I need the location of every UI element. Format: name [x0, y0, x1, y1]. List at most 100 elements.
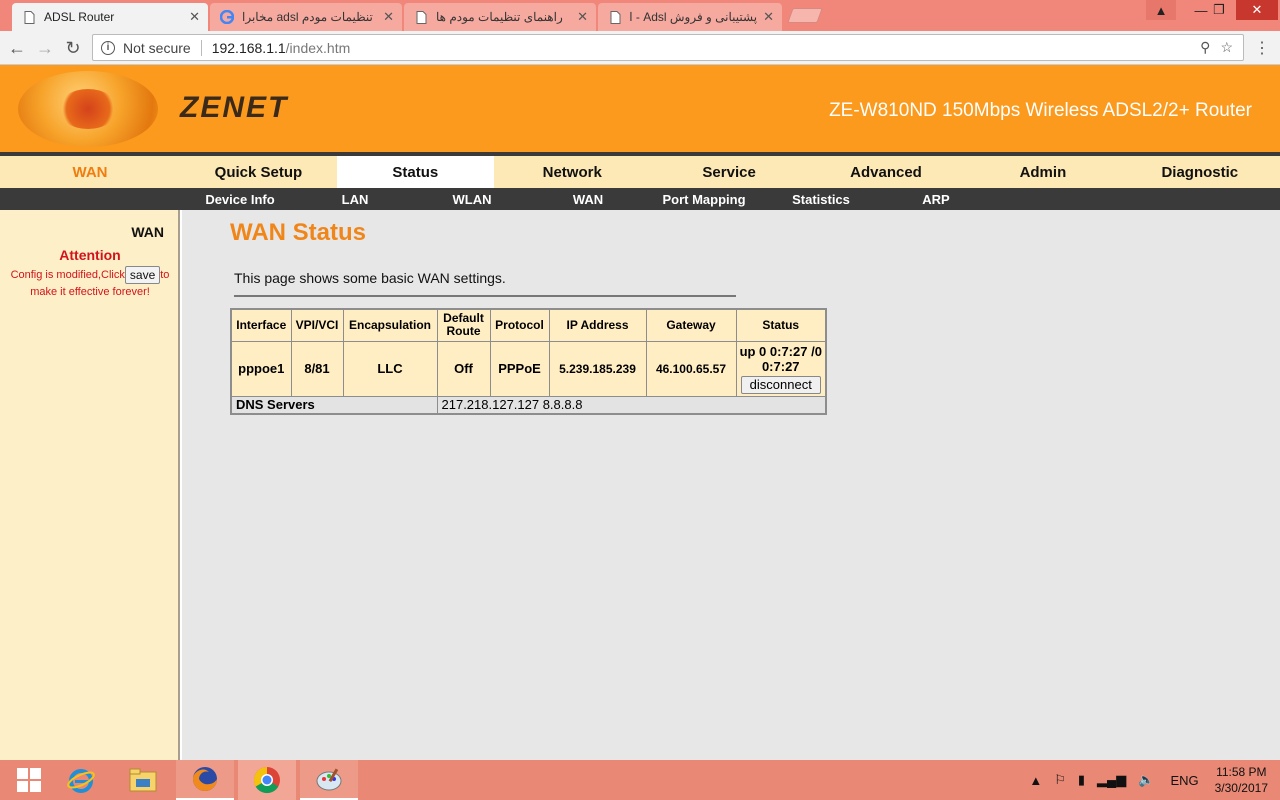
show-hidden-icons-icon[interactable]: ▲ [1029, 773, 1042, 788]
start-icon[interactable] [0, 760, 58, 800]
submenu-arp[interactable]: ARP [908, 188, 964, 210]
dns-label: DNS Servers [230, 395, 438, 415]
table-row: pppoe1 8/81 LLC Off PPPoE 5.239.185.239 … [230, 340, 827, 397]
file-explorer-icon[interactable] [114, 760, 172, 800]
action-center-flag-icon[interactable]: ⚐ [1054, 772, 1066, 788]
cell-protocol: PPPoE [489, 340, 550, 397]
attention-message: Config is modified,Click save to make it e… [0, 266, 180, 300]
status-uptime-cont: 0:7:27 [761, 358, 800, 374]
address-bar[interactable]: i Not secure 192.168.1.1 /index.htm ⚲ ☆ [92, 34, 1244, 61]
submenu-wlan[interactable]: WLAN [442, 188, 502, 210]
submenu-lan[interactable]: LAN [325, 188, 385, 210]
menu-quick-setup[interactable]: Quick Setup [180, 156, 337, 188]
header-default-route: Default Route [436, 308, 491, 342]
sub-menu: Device Info LAN WLAN WAN Port Mapping St… [0, 188, 1280, 210]
key-icon[interactable]: ⚲ [1200, 39, 1210, 56]
attention-text: Config is modified,Click [10, 268, 125, 281]
page-title: WAN Status [230, 219, 367, 246]
maximize-icon[interactable]: ❐ [1204, 0, 1234, 20]
wan-status-table: Interface VPI/VCI Encapsulation Default … [230, 308, 827, 415]
attention-text-to: to [160, 268, 170, 281]
tab-title: ADSL Router [44, 10, 115, 24]
tab-title: تنظیمات مودم adsl مخابرا [242, 10, 373, 24]
address-divider [200, 39, 202, 56]
url-path: /index.htm [285, 39, 351, 56]
info-icon[interactable]: i [101, 40, 115, 55]
page-icon [22, 10, 36, 24]
attention-heading: Attention [59, 247, 121, 263]
page-description: This page shows some basic WAN settings. [234, 270, 506, 286]
tab-close-icon[interactable]: ✕ [189, 9, 200, 25]
google-icon [220, 10, 234, 24]
browser-tab[interactable]: پشتیبانی و فروش Adsl - ار ✕ [598, 3, 782, 31]
tab-strip: ADSL Router ✕ تنظیمات مودم adsl مخابرا ✕… [0, 0, 1280, 31]
clock-time: 11:58 PM [1216, 765, 1267, 779]
reload-icon[interactable]: ↻ [62, 37, 84, 59]
menu-wan[interactable]: WAN [0, 156, 180, 188]
cell-gateway: 46.100.65.57 [645, 340, 737, 397]
network-signal-icon[interactable]: ▂▄▆ [1097, 772, 1126, 788]
page-icon [608, 10, 622, 24]
submenu-port-mapping[interactable]: Port Mapping [652, 188, 756, 210]
router-model: ZE-W810ND 150Mbps Wireless ADSL2/2+ Rout… [829, 100, 1252, 121]
header-encapsulation: Encapsulation [342, 308, 438, 342]
cell-status: up 0 0:7:27 /0 0:7:27 disconnect [735, 340, 827, 397]
browser-tab[interactable]: تنظیمات مودم adsl مخابرا ✕ [210, 3, 402, 31]
tab-title: پشتیبانی و فروش Adsl - ار [630, 10, 758, 24]
description-divider [234, 295, 736, 297]
menu-network[interactable]: Network [494, 156, 651, 188]
back-icon[interactable]: ← [6, 37, 28, 59]
menu-advanced[interactable]: Advanced [808, 156, 965, 188]
submenu-statistics[interactable]: Statistics [784, 188, 858, 210]
menu-admin[interactable]: Admin [964, 156, 1121, 188]
disconnect-button[interactable]: disconnect [740, 375, 821, 394]
save-button[interactable]: save [124, 266, 161, 284]
router-header: ZENET ZE-W810ND 150Mbps Wireless ADSL2/2… [0, 65, 1280, 152]
tab-close-icon[interactable]: ✕ [577, 9, 588, 25]
volume-icon[interactable]: 🔈 [1138, 772, 1154, 788]
forward-icon[interactable]: → [34, 37, 56, 59]
main-content: WAN Status This page shows some basic WA… [182, 210, 1280, 760]
menu-diagnostic[interactable]: Diagnostic [1121, 156, 1278, 188]
browser-tab[interactable]: راهنمای تنظیمات مودم ها ✕ [404, 3, 596, 31]
taskbar: ▲ ⚐ ▮ ▂▄▆ 🔈 ENG 11:58 PM 3/30/2017 [0, 760, 1280, 800]
attention-text-end: make it effective forever! [30, 286, 150, 298]
menu-service[interactable]: Service [651, 156, 808, 188]
url-host: 192.168.1.1 [211, 39, 286, 56]
firefox-icon[interactable] [176, 760, 234, 800]
paint-icon[interactable] [300, 760, 358, 800]
dns-row: DNS Servers 217.218.127.127 8.8.8.8 [230, 395, 827, 415]
table-header-row: Interface VPI/VCI Encapsulation Default … [230, 308, 827, 342]
language-indicator[interactable]: ENG [1170, 773, 1198, 788]
brand-logo: ZENET [180, 91, 289, 124]
clock[interactable]: 11:58 PM 3/30/2017 [1215, 764, 1268, 796]
header-status: Status [735, 308, 827, 342]
cell-default-route: Off [436, 340, 491, 397]
profile-icon[interactable]: ▲ [1146, 0, 1176, 20]
main-menu: WAN Quick Setup Status Network Service A… [0, 156, 1280, 188]
header-gateway: Gateway [645, 308, 737, 342]
new-tab-button[interactable] [787, 8, 823, 23]
globe-logo-icon [18, 71, 158, 147]
browser-menu-icon[interactable]: ⋮ [1254, 38, 1270, 58]
browser-tab-active[interactable]: ADSL Router ✕ [12, 3, 208, 31]
chrome-icon[interactable] [238, 760, 296, 800]
system-tray: ▲ ⚐ ▮ ▂▄▆ 🔈 ENG 11:58 PM 3/30/2017 [1023, 760, 1280, 800]
sidebar-title[interactable]: WAN [131, 224, 164, 240]
cell-ip-address: 5.239.185.239 [548, 340, 647, 397]
submenu-device-info[interactable]: Device Info [195, 188, 285, 210]
close-window-icon[interactable]: ✕ [1236, 0, 1278, 20]
cell-interface: pppoe1 [230, 340, 292, 397]
menu-status[interactable]: Status [336, 156, 494, 188]
dns-value: 217.218.127.127 8.8.8.8 [436, 395, 827, 415]
ie-icon[interactable] [52, 760, 110, 800]
cell-vpi-vci: 8/81 [290, 340, 344, 397]
submenu-wan[interactable]: WAN [558, 188, 618, 210]
star-icon[interactable]: ☆ [1220, 39, 1233, 56]
security-label: Not secure [123, 39, 191, 56]
battery-icon[interactable]: ▮ [1078, 772, 1085, 788]
page-icon [414, 10, 428, 24]
tab-close-icon[interactable]: ✕ [763, 9, 774, 25]
tab-close-icon[interactable]: ✕ [383, 9, 394, 25]
omnibox-actions: ⚲ ☆ [1200, 39, 1233, 56]
